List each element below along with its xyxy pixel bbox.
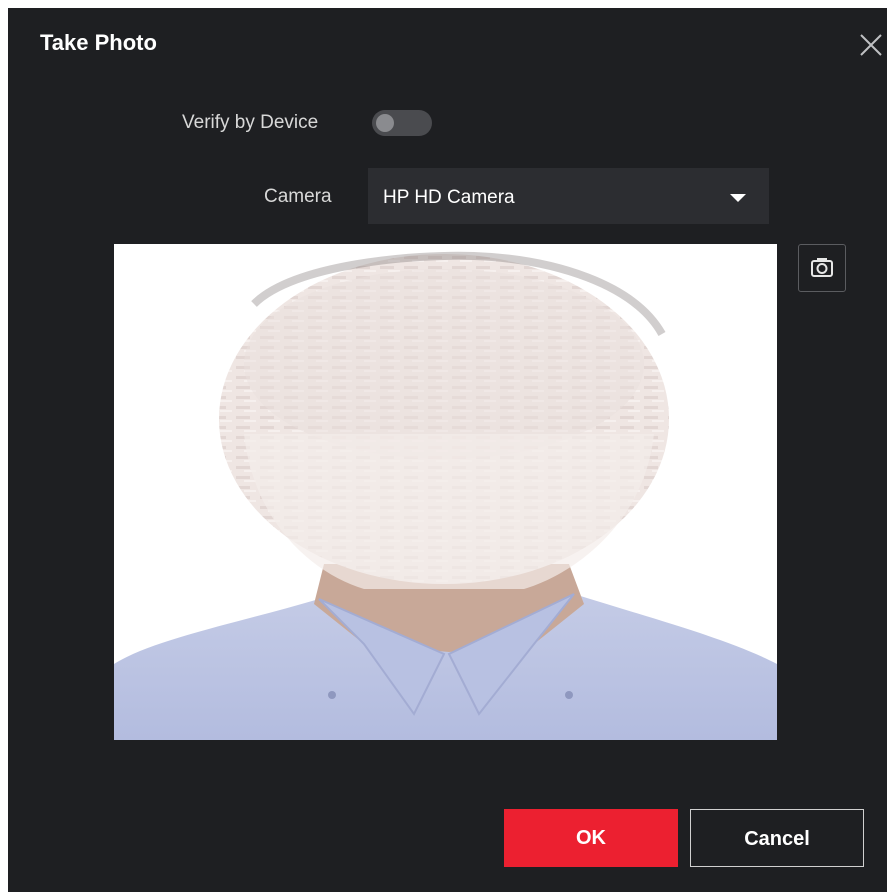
camera-icon bbox=[811, 258, 833, 277]
toggle-knob bbox=[376, 114, 394, 132]
cancel-button[interactable]: Cancel bbox=[690, 809, 864, 867]
camera-select-value: HP HD Camera bbox=[383, 187, 515, 208]
take-photo-dialog: Take Photo Verify by Device Camera HP HD… bbox=[8, 8, 887, 892]
close-icon[interactable] bbox=[858, 32, 884, 58]
camera-select[interactable]: HP HD Camera bbox=[368, 168, 769, 224]
take-snapshot-button[interactable] bbox=[798, 244, 846, 292]
preview-image bbox=[114, 244, 777, 740]
verify-by-device-label: Verify by Device bbox=[182, 112, 319, 133]
dialog-title: Take Photo bbox=[40, 30, 157, 55]
camera-preview bbox=[114, 244, 777, 740]
chevron-down-icon bbox=[730, 194, 746, 202]
verify-by-device-toggle[interactable] bbox=[372, 110, 432, 136]
ok-button[interactable]: OK bbox=[504, 809, 678, 867]
camera-label: Camera bbox=[264, 186, 332, 207]
